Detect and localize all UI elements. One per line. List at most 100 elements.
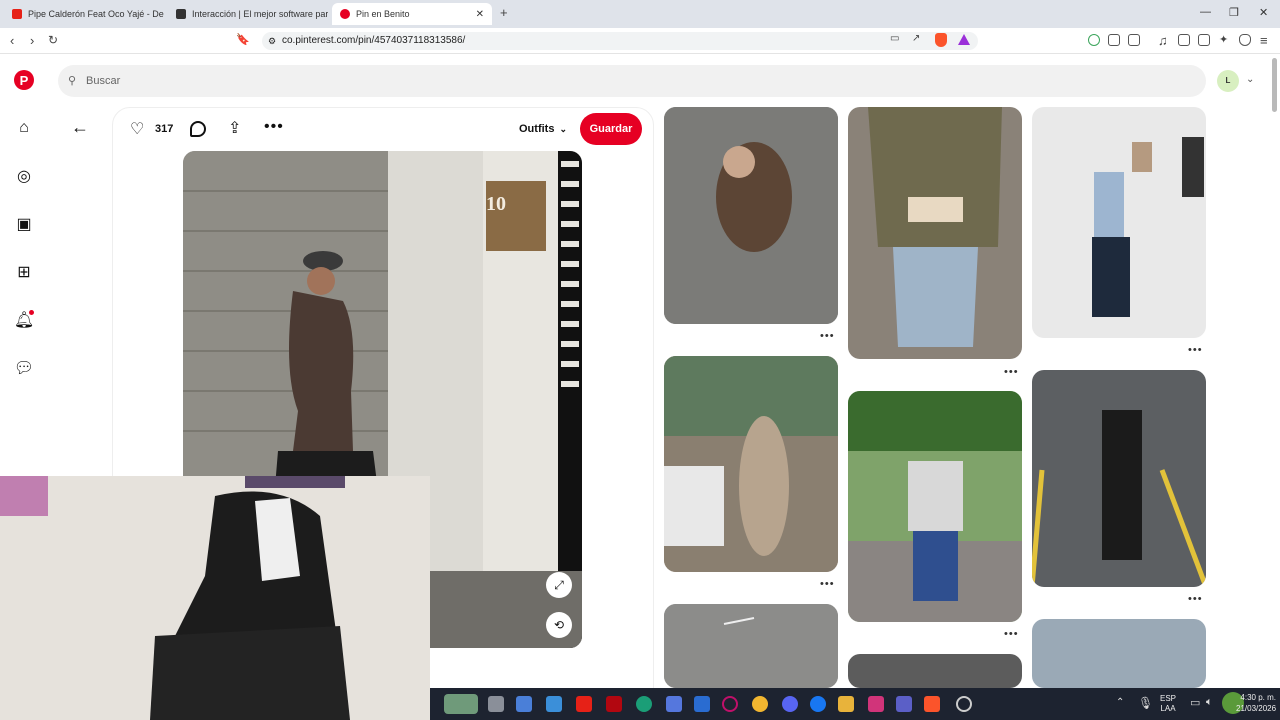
edge-icon[interactable] (636, 696, 652, 712)
facebook-icon[interactable] (810, 696, 826, 712)
board-name: Outfits (519, 123, 555, 135)
date: 21/03/2026 (1236, 704, 1277, 713)
webcam-feed (0, 476, 430, 720)
vpn-icon[interactable] (1239, 34, 1251, 46)
related-pin[interactable] (664, 356, 838, 572)
pin-photo (664, 356, 838, 572)
pin-photo (848, 391, 1022, 622)
file-explorer-icon[interactable] (838, 696, 854, 712)
language-indicator[interactable]: ESP LAA (1160, 694, 1176, 714)
forward-icon[interactable]: › (30, 33, 34, 48)
share-icon[interactable]: ↗ (912, 33, 920, 44)
chevron-up-icon[interactable]: ⌃ (1116, 697, 1124, 708)
site-info-icon[interactable]: ⚙ (268, 32, 276, 50)
brave-icon[interactable] (924, 696, 940, 712)
related-pin[interactable] (664, 107, 838, 324)
notification-dot (29, 310, 34, 315)
avatar[interactable]: L (1217, 70, 1239, 92)
close-window-icon[interactable]: ✕ (1259, 6, 1268, 19)
save-button[interactable]: Guardar (580, 113, 642, 145)
media-icon[interactable]: ♫ (1158, 33, 1168, 48)
board-select[interactable]: Outfits ⌄ (519, 123, 567, 135)
like-count: 317 (155, 123, 174, 135)
chevron-down-icon: ⌄ (559, 124, 568, 134)
share-icon[interactable]: ⇪ (228, 118, 241, 138)
more-options-icon[interactable]: ••• (1188, 593, 1203, 605)
microphone-icon[interactable]: 🎙︎ (1138, 696, 1153, 710)
extension-icon[interactable] (1088, 34, 1100, 46)
tab-youtube[interactable]: Pipe Calderón Feat Oco Yajé - De Re (4, 3, 164, 25)
extensions-icon[interactable] (1108, 34, 1120, 46)
notifications-icon[interactable]: 🔔︎ (14, 310, 34, 330)
tab-pinterest[interactable]: Pin en Benito ✕ (332, 3, 492, 25)
create-icon[interactable]: ⊞ (14, 262, 34, 282)
search-input[interactable]: ⚲ Buscar (58, 65, 1206, 97)
sidebar-icon[interactable] (1178, 34, 1190, 46)
expand-icon[interactable]: ⤢ (546, 572, 572, 598)
discord-icon[interactable] (782, 696, 798, 712)
pinterest-logo-icon[interactable]: P (14, 70, 34, 90)
time: 4:30 p. m. (1240, 693, 1276, 702)
new-tab-button[interactable]: + (500, 5, 508, 20)
related-pin[interactable] (1032, 619, 1206, 688)
more-options-icon[interactable]: ••• (820, 578, 835, 590)
visual-search-icon[interactable]: ⟲ (546, 612, 572, 638)
minimize-icon[interactable]: — (1200, 6, 1211, 18)
widgets-icon[interactable] (444, 694, 478, 714)
app-icon[interactable] (666, 696, 682, 712)
close-tab-icon[interactable]: ✕ (476, 9, 484, 20)
copilot-icon[interactable] (516, 696, 532, 712)
more-options-icon[interactable]: ••• (1188, 344, 1203, 356)
comment-icon[interactable] (190, 121, 206, 137)
volume-icon[interactable]: 🔈︎ (1206, 696, 1213, 709)
more-options-icon[interactable]: ••• (264, 118, 284, 136)
obs-icon[interactable] (956, 696, 972, 712)
cast-icon[interactable]: ▭ (890, 33, 899, 44)
chevron-down-icon[interactable]: ⌄ (1246, 74, 1254, 85)
pin-photo (664, 604, 838, 688)
messages-icon[interactable]: 💬︎ (14, 358, 34, 378)
related-pin[interactable] (664, 604, 838, 688)
home-icon[interactable]: ⌂ (14, 118, 34, 138)
back-arrow-icon[interactable]: ← (71, 117, 89, 138)
scrollbar[interactable] (1272, 58, 1277, 112)
more-options-icon[interactable]: ••• (1004, 628, 1019, 640)
more-options-icon[interactable]: ••• (820, 330, 835, 342)
mail-icon[interactable] (694, 696, 710, 712)
teams-icon[interactable] (896, 696, 912, 712)
reload-icon[interactable]: ↻ (48, 33, 58, 47)
screenshot-icon[interactable] (1128, 34, 1140, 46)
restore-icon[interactable]: ❐ (1229, 6, 1239, 19)
tab-label: Pin en Benito (356, 9, 410, 19)
app-icon[interactable] (868, 696, 884, 712)
tab-interaccion[interactable]: Interacción | El mejor software para p (168, 3, 328, 25)
leo-ai-icon[interactable]: ✦ (1219, 33, 1228, 46)
heart-icon[interactable]: ♡ (130, 119, 144, 139)
netflix-icon[interactable] (606, 696, 622, 712)
bookmark-icon[interactable]: 🔖 (236, 33, 250, 46)
clock[interactable]: 4:30 p. m. 21/03/2026 (1236, 692, 1276, 714)
network-icon[interactable]: ▭ (1190, 696, 1200, 709)
youtube-icon[interactable] (576, 696, 592, 712)
wallet-icon[interactable] (1198, 34, 1210, 46)
related-pin[interactable] (1032, 107, 1206, 338)
more-options-icon[interactable]: ••• (1004, 366, 1019, 378)
opera-icon[interactable] (722, 696, 738, 712)
menu-icon[interactable]: ≡ (1260, 33, 1268, 48)
brave-rewards-icon[interactable] (958, 34, 970, 45)
related-pin[interactable] (848, 654, 1022, 688)
url-field[interactable]: ⚙ co.pinterest.com/pin/4574037118313586/ (262, 32, 978, 50)
boards-icon[interactable]: ▣ (14, 214, 34, 234)
tab-bar: Pipe Calderón Feat Oco Yajé - De Re Inte… (0, 0, 1280, 28)
related-pin[interactable] (848, 391, 1022, 622)
store-icon[interactable] (546, 696, 562, 712)
pinterest-icon (340, 9, 350, 19)
explore-icon[interactable]: ◎ (14, 166, 34, 186)
chrome-icon[interactable] (752, 696, 768, 712)
back-icon[interactable]: ‹ (10, 33, 14, 48)
related-pin[interactable] (848, 107, 1022, 359)
pin-photo (1032, 370, 1206, 587)
task-view-icon[interactable] (488, 696, 504, 712)
related-pin[interactable] (1032, 370, 1206, 587)
brave-shield-icon[interactable] (935, 33, 947, 47)
